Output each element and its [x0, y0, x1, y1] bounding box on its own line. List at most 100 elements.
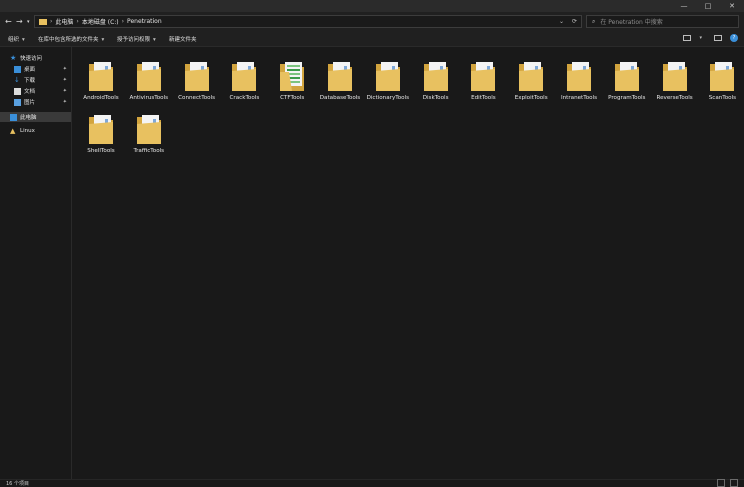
sidebar-item-desktop[interactable]: 桌面 ✦: [0, 64, 71, 74]
breadcrumb-local-disk[interactable]: 本地磁盘 (C:): [82, 17, 119, 26]
view-options-icon[interactable]: [683, 35, 692, 41]
folder-item[interactable]: ShellTools: [77, 105, 125, 160]
folder-icon: [375, 62, 400, 91]
organize-label: 组织: [8, 37, 20, 43]
folder-label: IntranetTools: [560, 95, 598, 101]
pin-icon: ✦: [62, 77, 67, 83]
folder-icon: [39, 18, 47, 25]
recent-locations-chevron-icon[interactable]: ▾: [27, 17, 30, 27]
pin-icon: ✦: [62, 66, 67, 72]
folder-icon: [328, 62, 352, 91]
folder-item[interactable]: ConnectTools: [173, 52, 221, 107]
folder-label: CTFTools: [280, 95, 305, 101]
refresh-icon[interactable]: ⟳: [572, 18, 577, 25]
folder-label: DictionaryTools: [366, 95, 410, 101]
organize-button[interactable]: 组织 ▾: [8, 35, 25, 43]
folder-item[interactable]: AndroidTools: [77, 52, 125, 107]
folder-item[interactable]: IntranetTools: [555, 52, 603, 107]
folder-item[interactable]: ScanTools: [698, 52, 744, 107]
sidebar-item-this-pc[interactable]: 此电脑: [0, 112, 71, 122]
navigation-pane: ★ 快速访问 桌面 ✦ ↓ 下载 ✦ 文档 ✦ 图片 ✦ 此电脑 ▲ Linux: [0, 47, 72, 479]
share-button[interactable]: 授予访问权限 ▾: [117, 35, 156, 43]
folder-item[interactable]: DatabaseTools: [316, 52, 364, 107]
help-icon[interactable]: ?: [730, 34, 738, 42]
folder-icon: [662, 62, 687, 91]
minimize-button[interactable]: —: [672, 0, 696, 12]
sidebar-item-quick-access[interactable]: ★ 快速访问: [10, 53, 71, 63]
chevron-down-icon[interactable]: ⌄: [559, 18, 564, 25]
folder-icon: [136, 62, 161, 91]
linux-icon: ▲: [10, 126, 16, 135]
pin-icon: ✦: [62, 99, 67, 105]
sidebar-item-documents[interactable]: 文档 ✦: [0, 86, 71, 96]
folder-item[interactable]: DictionaryTools: [364, 52, 412, 107]
new-folder-button[interactable]: 新建文件夹: [169, 35, 197, 43]
chevron-down-icon: ▾: [101, 37, 105, 43]
folder-view: AndroidTools AntivirusTools ConnectTools Cr…: [72, 47, 744, 479]
sidebar-item-pictures[interactable]: 图片 ✦: [0, 97, 71, 107]
breadcrumb-separator-icon: ›: [121, 18, 125, 25]
search-box[interactable]: ⌕ 在 Penetration 中搜索: [586, 15, 739, 28]
folder-icon: [710, 62, 735, 91]
folder-icon: [136, 115, 161, 144]
address-bar[interactable]: › 此电脑 › 本地磁盘 (C:) › Penetration ⌄ ⟳: [34, 15, 582, 28]
back-arrow-icon[interactable]: ←: [5, 17, 12, 27]
star-icon: ★: [10, 53, 17, 62]
folder-item[interactable]: TrafficTools: [125, 105, 173, 160]
folder-item[interactable]: ProgramTools: [603, 52, 651, 107]
folder-item[interactable]: CTFTools: [268, 52, 316, 107]
folder-item[interactable]: CrackTools: [220, 52, 268, 107]
folder-label: DatabaseTools: [319, 95, 361, 101]
spreadsheet-folder-icon: [280, 62, 305, 91]
document-icon: [14, 87, 21, 95]
chevron-down-icon: ▾: [153, 37, 156, 43]
maximize-button[interactable]: □: [696, 0, 720, 12]
include-in-library-button[interactable]: 在库中包含所选的文件夹 ▾: [38, 35, 104, 43]
picture-icon: [14, 98, 21, 106]
folder-label: ConnectTools: [178, 95, 216, 101]
sidebar-item-linux[interactable]: ▲ Linux: [0, 126, 71, 136]
chevron-down-icon[interactable]: ▾: [699, 35, 702, 41]
sidebar-item-label: 此电脑: [20, 115, 37, 121]
sidebar-item-label: 快速访问: [20, 56, 43, 62]
search-placeholder: 在 Penetration 中搜索: [600, 19, 663, 26]
command-bar: 组织 ▾ 在库中包含所选的文件夹 ▾ 授予访问权限 ▾ 新建文件夹 ▾ ?: [0, 32, 744, 47]
breadcrumb-separator-icon: ›: [50, 18, 53, 25]
folder-label: ScanTools: [708, 95, 737, 101]
title-bar: — □ ✕: [0, 0, 744, 12]
folder-icon: [89, 62, 113, 91]
folder-label: ShellTools: [87, 148, 115, 154]
sidebar-item-label: 图片: [24, 100, 36, 106]
folder-label: CrackTools: [229, 95, 260, 101]
sidebar-item-label: 文档: [24, 89, 36, 95]
breadcrumb-separator-icon: ›: [76, 18, 79, 25]
folder-icon: [519, 62, 544, 91]
include-library-label: 在库中包含所选的文件夹: [38, 37, 99, 43]
folder-icon: [89, 115, 113, 144]
chevron-down-icon: ▾: [22, 37, 25, 43]
folder-label: DiskTools: [422, 95, 449, 101]
folder-item[interactable]: EditTools: [459, 52, 507, 107]
preview-pane-icon[interactable]: [714, 35, 722, 41]
folder-label: ExploitTools: [514, 95, 548, 101]
sidebar-item-downloads[interactable]: ↓ 下载 ✦: [0, 75, 71, 85]
folder-label: EditTools: [471, 95, 496, 101]
sidebar-item-label: 桌面: [24, 67, 36, 73]
folder-label: ReverseTools: [656, 95, 693, 101]
folder-item[interactable]: ExploitTools: [507, 52, 555, 107]
folder-item[interactable]: AntivirusTools: [125, 52, 173, 107]
view-controls: ▾ ?: [683, 34, 738, 42]
close-button[interactable]: ✕: [720, 0, 744, 12]
forward-arrow-icon[interactable]: →: [16, 17, 23, 27]
folder-label: AndroidTools: [83, 95, 119, 101]
folder-icon: [614, 62, 639, 91]
breadcrumb-this-pc[interactable]: 此电脑: [55, 17, 73, 26]
folder-label: AntivirusTools: [129, 95, 169, 101]
folder-item[interactable]: DiskTools: [412, 52, 460, 107]
folder-label: TrafficTools: [133, 148, 165, 154]
share-label: 授予访问权限: [117, 37, 151, 43]
folder-icon: [423, 62, 448, 91]
search-icon: ⌕: [592, 17, 596, 25]
folder-item[interactable]: ReverseTools: [651, 52, 699, 107]
breadcrumb-penetration[interactable]: Penetration: [127, 18, 162, 25]
